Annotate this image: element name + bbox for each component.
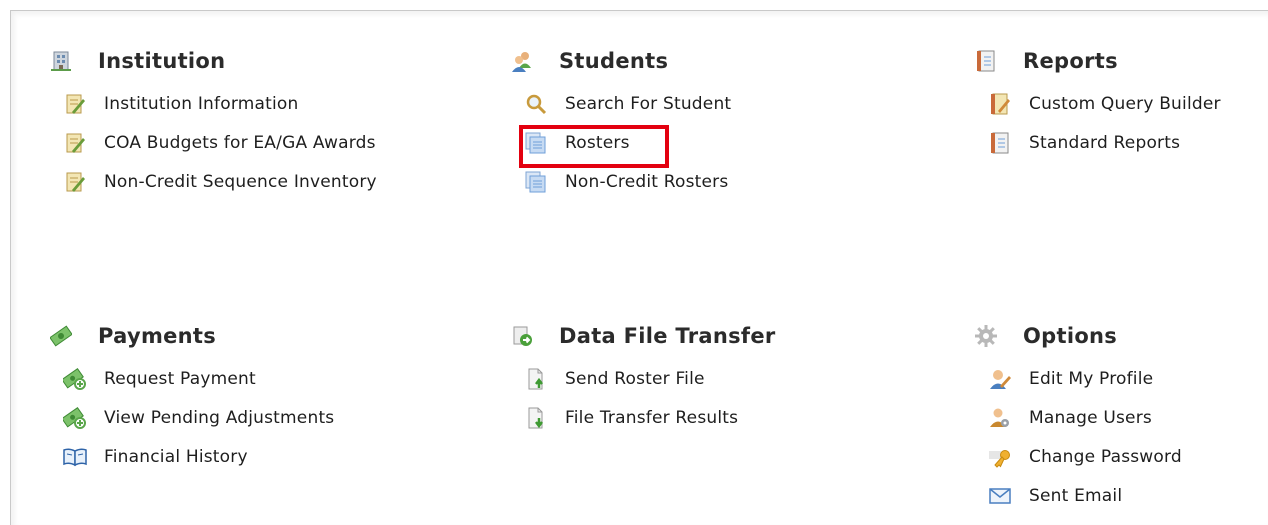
key-icon [987, 445, 1013, 469]
money-add-icon [62, 406, 88, 430]
file-upload-icon [523, 367, 549, 391]
file-download-icon [523, 406, 549, 430]
edit-document-icon [62, 131, 88, 155]
report-edit-icon [987, 92, 1013, 116]
section-options: Options Edit My Profile Manage Users Cha… [975, 321, 1182, 515]
section-title: Data File Transfer [559, 324, 776, 348]
gear-icon [975, 325, 997, 347]
section-title: Students [559, 49, 669, 73]
search-for-student-link[interactable]: Search For Student [523, 84, 731, 123]
section-payments: Payments Request Payment View Pending Ad… [50, 321, 334, 476]
institution-information-link[interactable]: Institution Information [62, 84, 377, 123]
edit-document-icon [62, 170, 88, 194]
rosters-highlight-box [519, 125, 669, 168]
section-title: Reports [1023, 49, 1118, 73]
standard-reports-link[interactable]: Standard Reports [987, 123, 1221, 162]
roster-document-icon [523, 170, 549, 194]
report-icon [987, 131, 1013, 155]
building-icon [50, 50, 72, 72]
users-icon [511, 50, 533, 72]
send-roster-file-link[interactable]: Send Roster File [523, 359, 776, 398]
custom-query-builder-link[interactable]: Custom Query Builder [987, 84, 1221, 123]
non-credit-sequence-inventory-link[interactable]: Non-Credit Sequence Inventory [62, 162, 377, 201]
envelope-icon [987, 484, 1013, 508]
money-icon [50, 325, 72, 347]
section-students: Students Search For Student Rosters Non-… [511, 46, 731, 201]
view-pending-adjustments-link[interactable]: View Pending Adjustments [62, 398, 334, 437]
sent-email-link[interactable]: Sent Email [987, 476, 1182, 515]
edit-my-profile-link[interactable]: Edit My Profile [987, 359, 1182, 398]
file-transfer-results-link[interactable]: File Transfer Results [523, 398, 776, 437]
users-manage-icon [987, 406, 1013, 430]
coa-budgets-link[interactable]: COA Budgets for EA/GA Awards [62, 123, 377, 162]
report-icon [975, 50, 997, 72]
section-title: Payments [98, 324, 217, 348]
financial-history-link[interactable]: Financial History [62, 437, 334, 476]
change-password-link[interactable]: Change Password [987, 437, 1182, 476]
manage-users-link[interactable]: Manage Users [987, 398, 1182, 437]
section-data-file-transfer: Data File Transfer Send Roster File File… [511, 321, 776, 437]
file-transfer-icon [511, 325, 533, 347]
section-title: Institution [98, 49, 226, 73]
section-reports: Reports Custom Query Builder Standard Re… [975, 46, 1221, 162]
magnifier-icon [523, 92, 549, 116]
book-icon [62, 445, 88, 469]
money-add-icon [62, 367, 88, 391]
section-institution: Institution Institution Information COA … [50, 46, 377, 201]
user-edit-icon [987, 367, 1013, 391]
section-title: Options [1023, 324, 1118, 348]
edit-document-icon [62, 92, 88, 116]
request-payment-link[interactable]: Request Payment [62, 359, 334, 398]
